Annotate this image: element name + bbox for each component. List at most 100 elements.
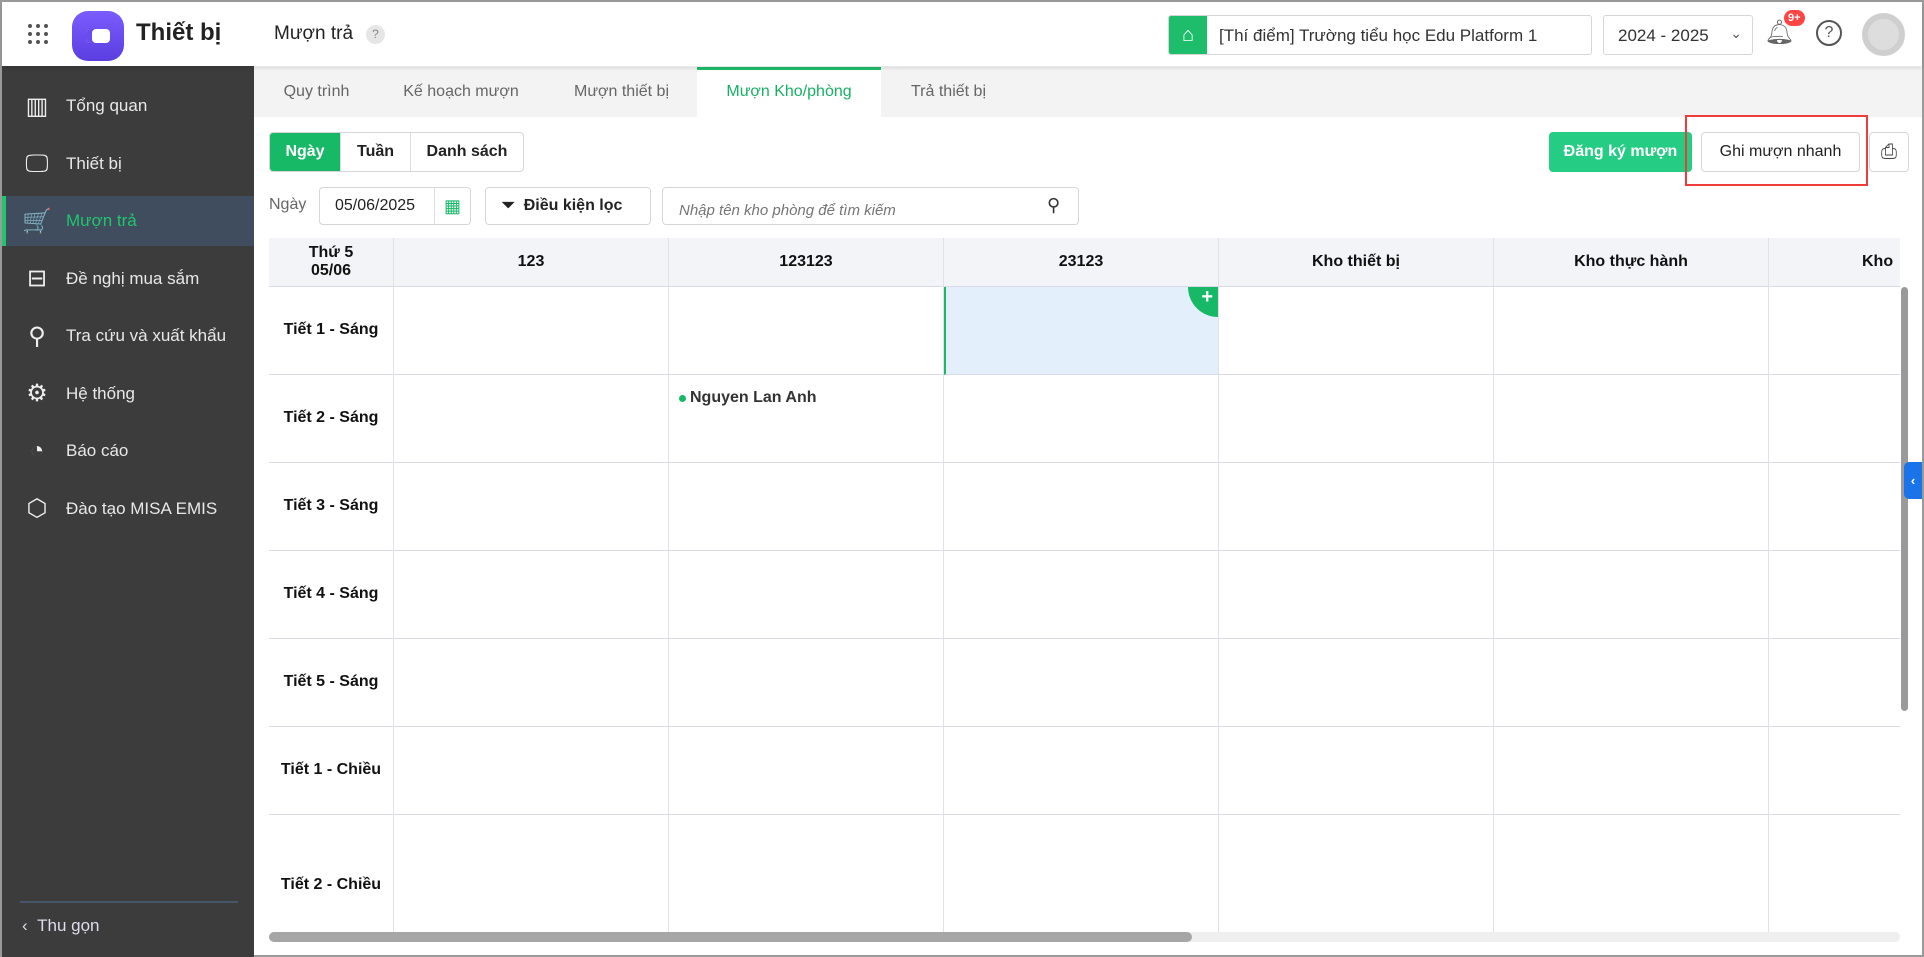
sidebar-item[interactable]: ⚙ Hệ thống xyxy=(2,369,254,419)
tab[interactable]: Kế hoạch mượn xyxy=(376,67,546,117)
schedule-slot[interactable] xyxy=(1494,727,1769,815)
sidebar-item[interactable]: 🛒 Mượn trả xyxy=(2,196,254,246)
date-label: Ngày xyxy=(269,196,307,213)
schedule-slot[interactable] xyxy=(1769,639,1900,727)
room-column-header: Kho thiết bị xyxy=(1219,238,1494,287)
schedule-slot[interactable] xyxy=(1219,727,1494,815)
schedule-slot[interactable] xyxy=(669,639,944,727)
borrower-name: Nguyen Lan Anh xyxy=(690,389,817,406)
view-option[interactable]: Tuần xyxy=(341,133,411,171)
schedule-slot[interactable] xyxy=(1219,287,1494,375)
schedule-slot[interactable] xyxy=(669,815,944,932)
sidebar-item-label: Tổng quan xyxy=(66,96,148,115)
schedule-slot[interactable] xyxy=(1769,287,1900,375)
schedule-slot[interactable] xyxy=(394,815,669,932)
date-value: 05/06/2025 xyxy=(335,197,416,214)
search-icon[interactable]: ⚲ xyxy=(1047,195,1060,216)
schedule-slot[interactable]: Nguyen Lan Anh xyxy=(669,375,944,463)
vertical-scrollbar[interactable] xyxy=(1901,287,1908,711)
avatar[interactable] xyxy=(1862,13,1905,56)
schedule-slot[interactable] xyxy=(944,727,1219,815)
tab[interactable]: Mượn Kho/phòng xyxy=(697,67,881,117)
schedule-slot[interactable] xyxy=(669,727,944,815)
horizontal-scrollbar-thumb[interactable] xyxy=(269,932,1192,942)
schedule-slot[interactable] xyxy=(394,639,669,727)
period-label: Tiết 1 - Sáng xyxy=(269,287,394,375)
filter-icon: ⏷ xyxy=(502,197,524,214)
print-icon[interactable]: ⎙ xyxy=(1869,132,1909,172)
schedule-slot[interactable] xyxy=(394,727,669,815)
schedule-slot[interactable] xyxy=(1769,375,1900,463)
schedule-slot[interactable] xyxy=(1769,463,1900,551)
add-booking-icon[interactable]: + xyxy=(1188,287,1218,317)
schedule-slot[interactable] xyxy=(944,463,1219,551)
schedule-slot[interactable] xyxy=(1219,639,1494,727)
register-borrow-button[interactable]: Đăng ký mượn xyxy=(1549,132,1692,172)
date-header-line: Thứ 5 xyxy=(308,243,354,261)
schedule-slot[interactable] xyxy=(944,551,1219,639)
sidebar-item[interactable]: ⬡ Đào tạo MISA EMIS xyxy=(2,484,254,534)
year-value: 2024 - 2025 xyxy=(1618,26,1709,45)
schedule-slot[interactable] xyxy=(944,375,1219,463)
schedule-slot[interactable] xyxy=(394,463,669,551)
view-option[interactable]: Ngày xyxy=(270,133,341,171)
schedule-slot[interactable]: + xyxy=(944,287,1219,375)
schedule-slot[interactable] xyxy=(1494,815,1769,932)
sidebar-item-label: Tra cứu và xuất khẩu xyxy=(66,326,227,345)
schedule-slot[interactable] xyxy=(669,551,944,639)
sidebar-item-icon: 🛒 xyxy=(22,207,52,235)
schedule-slot[interactable] xyxy=(1494,551,1769,639)
sidebar-item[interactable]: 🖵 Thiết bị xyxy=(2,139,254,189)
page-help-icon[interactable]: ? xyxy=(366,25,385,44)
tab[interactable]: Quy trình xyxy=(257,67,376,117)
date-header-line: 05/06 xyxy=(310,262,352,279)
schedule-slot[interactable] xyxy=(394,551,669,639)
schedule-slot[interactable] xyxy=(1769,815,1900,932)
year-select[interactable]: 2024 - 2025 ⌄ xyxy=(1603,15,1753,55)
schedule-slot[interactable] xyxy=(1769,727,1900,815)
schedule-slot[interactable] xyxy=(1494,375,1769,463)
schedule-slot[interactable] xyxy=(394,375,669,463)
sidebar-item-icon: ⚲ xyxy=(28,322,46,350)
school-selector[interactable]: ⌂ [Thí điểm] Trường tiểu học Edu Platfor… xyxy=(1168,15,1592,55)
sidebar-item[interactable]: ◔ Báo cáo xyxy=(2,426,254,476)
collapse-sidebar-button[interactable]: ‹ Thu gọn xyxy=(22,916,100,936)
period-label: Tiết 5 - Sáng xyxy=(269,639,394,727)
period-label: Tiết 2 - Sáng xyxy=(269,375,394,463)
schedule-slot[interactable] xyxy=(944,639,1219,727)
tab-bar: Quy trình Kế hoạch mượn Mượn thiết bị Mượn … xyxy=(254,67,1922,117)
filter-button[interactable]: ⏷ Điều kiện lọc xyxy=(485,187,651,225)
schedule-slot[interactable] xyxy=(944,815,1219,932)
schedule-slot[interactable] xyxy=(1219,815,1494,932)
booking-item[interactable]: Nguyen Lan Anh xyxy=(679,389,817,407)
sidebar-item[interactable]: ⊟ Đề nghị mua sắm xyxy=(2,254,254,304)
schedule-slot[interactable] xyxy=(1219,375,1494,463)
schedule-slot[interactable] xyxy=(669,463,944,551)
period-label: Tiết 4 - Sáng xyxy=(269,551,394,639)
schedule-slot[interactable] xyxy=(394,287,669,375)
room-column-header: Kho thực hành xyxy=(1494,238,1769,287)
calendar-icon[interactable]: ▦ xyxy=(434,188,470,224)
help-icon[interactable]: ? xyxy=(1816,20,1842,46)
date-input[interactable]: 05/06/2025 ▦ xyxy=(319,187,471,225)
sidebar-item-icon: ◔ xyxy=(29,437,45,464)
app-grid-icon[interactable] xyxy=(28,24,48,44)
room-name: Kho thiết bị xyxy=(1312,253,1400,270)
tab[interactable]: Mượn thiết bị xyxy=(546,67,697,117)
schedule-slot[interactable] xyxy=(1494,287,1769,375)
sidebar-item[interactable]: ⚲ Tra cứu và xuất khẩu xyxy=(2,311,254,361)
view-option[interactable]: Danh sách xyxy=(411,133,523,171)
schedule-slot[interactable] xyxy=(1769,551,1900,639)
tab[interactable]: Trả thiết bị xyxy=(881,67,1016,117)
notification-badge: 9+ xyxy=(1784,10,1805,26)
schedule-slot[interactable] xyxy=(1494,463,1769,551)
side-panel-toggle[interactable]: ‹ xyxy=(1904,462,1922,499)
schedule-slot[interactable] xyxy=(1219,551,1494,639)
schedule-slot[interactable] xyxy=(669,287,944,375)
quick-borrow-button[interactable]: Ghi mượn nhanh xyxy=(1701,132,1860,172)
search-input[interactable] xyxy=(662,187,1079,225)
schedule-slot[interactable] xyxy=(1219,463,1494,551)
schedule-slot[interactable] xyxy=(1494,639,1769,727)
sidebar-item-label: Báo cáo xyxy=(66,441,129,460)
sidebar-item[interactable]: ▥ Tổng quan xyxy=(2,81,254,131)
